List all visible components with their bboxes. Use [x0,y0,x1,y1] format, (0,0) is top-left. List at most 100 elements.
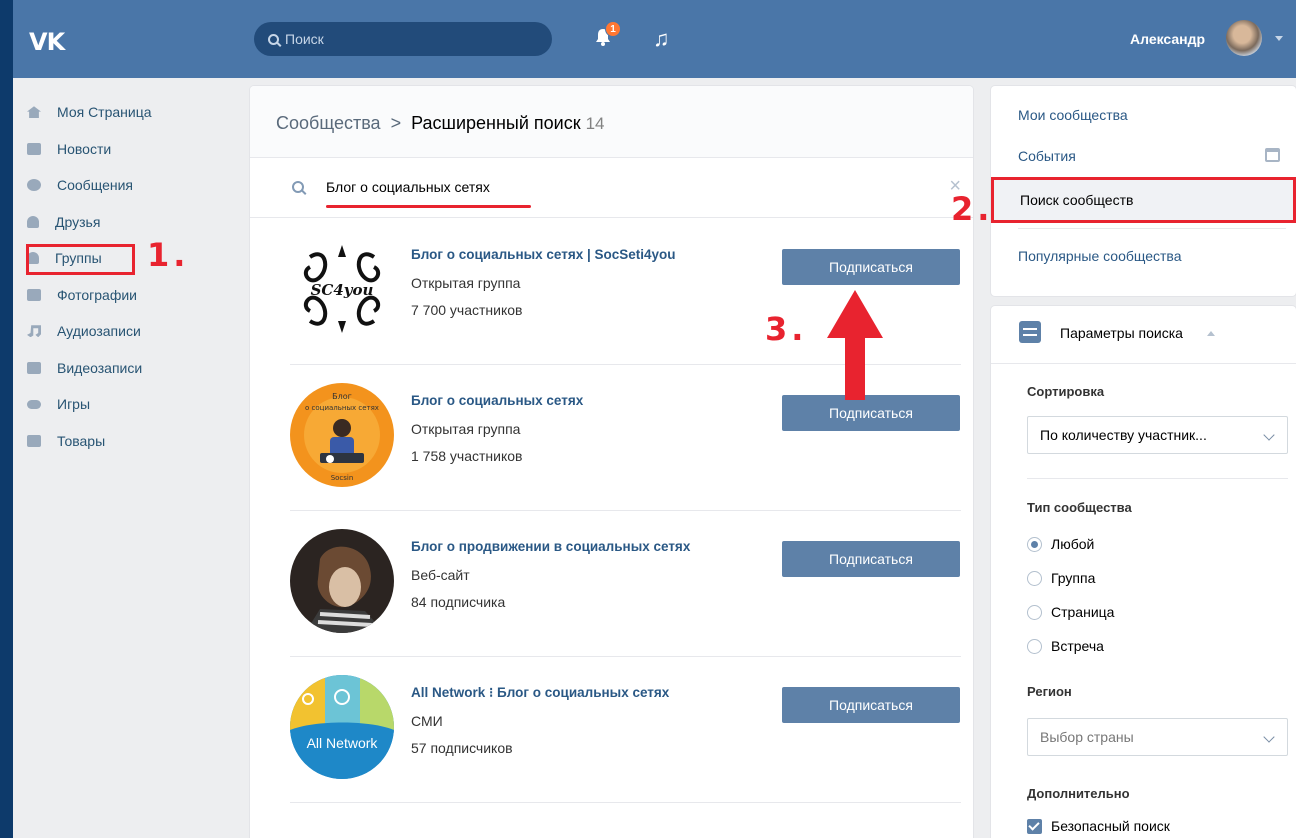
region-placeholder: Выбор страны [1040,729,1134,745]
highlight-box-groups [26,244,135,275]
left-nav: Моя Страница Новости Сообщения Друзья Гр… [26,94,227,460]
list-item: All Network All Network ⁝ Блог о социаль… [250,657,973,803]
group-type: СМИ [411,713,443,729]
nav-item-goods[interactable]: Товары [27,423,227,460]
menu-item-community-search[interactable]: Поиск сообществ [991,177,1296,223]
nav-item-photos[interactable]: Фотографии [27,277,227,314]
params-header[interactable]: Параметры поиска [991,306,1296,364]
group-type: Открытая группа [411,275,521,291]
nav-label: Моя Страница [57,104,152,121]
group-name[interactable]: Блог о продвижении в социальных сетях [411,539,690,554]
group-name[interactable]: All Network ⁝ Блог о социальных сетях [411,685,669,701]
nav-label: Друзья [55,213,101,230]
search-results-panel: Сообщества > Расширенный поиск 14 Блог о со… [250,86,973,838]
type-label: Тип сообщества [1027,500,1132,515]
games-icon [27,399,41,409]
avatar-text: All Network [307,735,379,751]
music-icon [27,325,41,338]
group-type: Открытая группа [411,421,521,437]
search-input[interactable]: Поиск [254,22,552,56]
group-avatar[interactable]: All Network [290,675,394,779]
video-icon [27,361,41,374]
nav-item-news[interactable]: Новости [27,131,227,168]
filter-icon [1019,321,1041,343]
goods-icon [27,434,41,447]
params-title: Параметры поиска [1060,325,1183,341]
checkbox-checked-icon [1027,818,1042,834]
music-icon[interactable]: ♫ [653,26,670,52]
subscribe-button[interactable]: Подписаться [782,249,960,285]
subscribe-button[interactable]: Подписаться [782,395,960,431]
group-avatar[interactable]: SC4you [290,237,394,341]
nav-label: Аудиозаписи [57,323,141,340]
query-input[interactable]: Блог о социальных сетях [326,179,490,195]
radio-icon [1027,638,1042,654]
notification-badge: 1 [605,21,621,37]
region-select[interactable]: Выбор страны [1027,718,1288,756]
avatar-text: Блог [332,392,352,401]
avatar-text: SC4you [311,281,374,299]
menu-item-my-communities[interactable]: Мои сообщества [1018,107,1128,123]
step-1-label: 1. [147,236,190,274]
group-members: 1 758 участников [411,448,523,464]
chevron-up-icon [1207,331,1215,336]
nav-item-my-page[interactable]: Моя Страница [27,94,227,131]
radio-any[interactable]: Любой [1027,536,1094,552]
divider [1018,228,1286,229]
menu-item-popular[interactable]: Популярные сообщества [1018,248,1182,264]
friends-icon [27,215,39,228]
nav-label: Фотографии [57,286,138,303]
sort-value: По количеству участник... [1040,427,1207,443]
breadcrumb: Сообщества > Расширенный поиск 14 [250,86,973,158]
nav-item-messages[interactable]: Сообщения [27,167,227,204]
list-item: Блог о продвижении в социальных сетях Ве… [250,511,973,657]
nav-label: Игры [57,396,91,413]
search-icon [268,34,279,45]
nav-item-audio[interactable]: Аудиозаписи [27,313,227,350]
result-count: 14 [585,114,605,133]
menu-item-events[interactable]: События [1018,148,1076,164]
menu-item-label: Поиск сообществ [1020,192,1134,208]
photos-icon [27,288,41,301]
group-members: 7 700 участников [411,302,523,318]
radio-group[interactable]: Группа [1027,570,1095,586]
nav-item-groups[interactable]: Группы 1. [26,236,227,277]
radio-meeting[interactable]: Встреча [1027,638,1104,654]
nav-label: Сообщения [57,177,133,194]
breadcrumb-current: Расширенный поиск [411,113,581,133]
user-name[interactable]: Александр [1130,31,1205,47]
chevron-down-icon [1263,731,1275,743]
breadcrumb-root[interactable]: Сообщества [276,113,381,133]
search-placeholder: Поиск [285,31,324,47]
chevron-down-icon[interactable] [1275,36,1283,41]
nav-item-games[interactable]: Игры [27,386,227,423]
chevron-down-icon [1263,429,1275,441]
nav-item-video[interactable]: Видеозаписи [27,350,227,387]
calendar-icon[interactable] [1265,148,1280,162]
user-avatar[interactable] [1226,20,1262,56]
top-header: VK Поиск 1 ♫ Александр [13,0,1296,78]
step-2-label: 2. [951,190,994,228]
group-members: 57 подписчиков [411,740,513,756]
query-underline-annotation [326,205,531,208]
radio-label: Любой [1051,536,1095,552]
nav-label: Товары [57,432,106,449]
sort-select[interactable]: По количеству участник... [1027,416,1288,454]
safe-search-checkbox[interactable]: Безопасный поиск [1027,818,1170,834]
avatar-text: Socsin [331,474,354,482]
group-name[interactable]: Блог о социальных сетях [411,393,583,408]
radio-icon [1027,604,1042,620]
radio-icon [1027,570,1042,586]
nav-item-friends[interactable]: Друзья [27,204,227,241]
group-avatar[interactable]: Блог о социальных сетях Socsin [290,383,394,487]
group-name[interactable]: Блог о социальных сетях | SocSeti4you [411,247,676,262]
radio-page[interactable]: Страница [1027,604,1114,620]
group-avatar[interactable] [290,529,394,633]
search-icon [292,181,304,193]
search-params-panel: Параметры поиска Сортировка По количеств… [991,306,1296,838]
subscribe-button[interactable]: Подписаться [782,541,960,577]
avatar-text: о социальных сетях [305,404,379,412]
communities-menu: Мои сообщества События Поиск сообществ П… [991,86,1296,296]
vk-logo[interactable]: VK [29,28,65,56]
subscribe-button[interactable]: Подписаться [782,687,960,723]
